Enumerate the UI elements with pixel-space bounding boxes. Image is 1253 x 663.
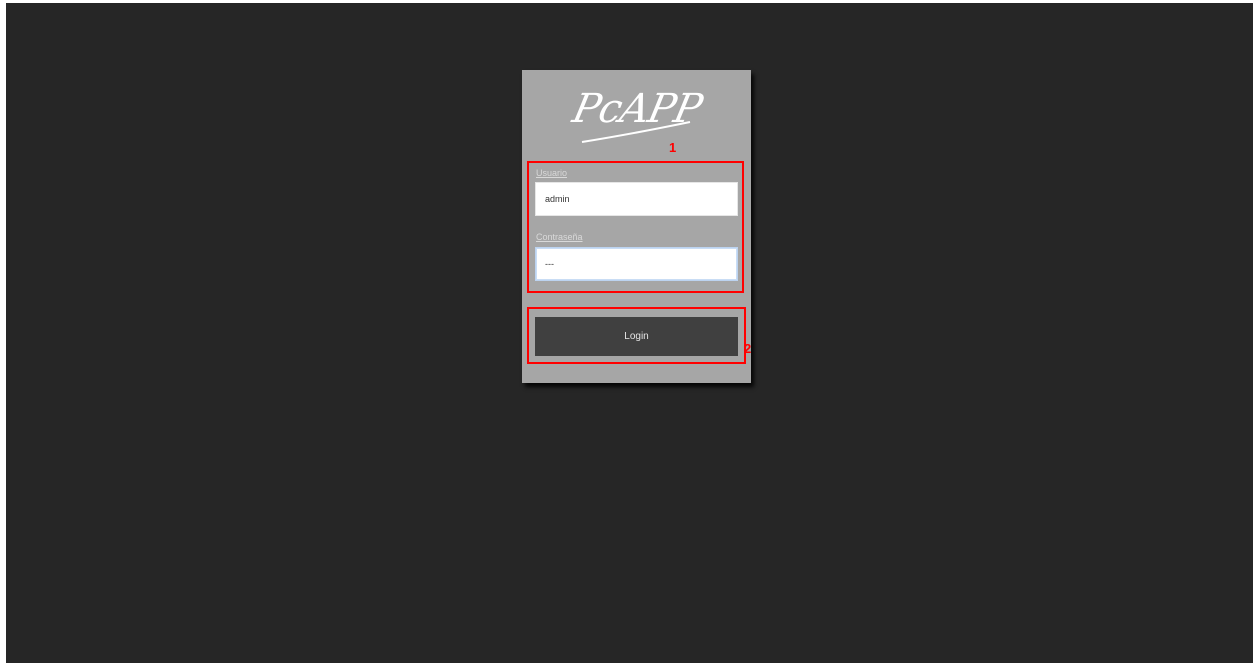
- login-card: PcAPP 1 Usuario Contraseña 2 Login: [522, 70, 751, 383]
- username-input[interactable]: [535, 182, 738, 216]
- annotation-label-2: 2: [744, 341, 752, 356]
- password-input[interactable]: [535, 247, 738, 281]
- annotation-label-1: 1: [669, 140, 677, 155]
- password-label: Contraseña: [536, 232, 583, 242]
- username-label: Usuario: [536, 168, 568, 178]
- app-logo: PcAPP: [562, 86, 712, 148]
- login-button[interactable]: Login: [535, 317, 738, 356]
- logo-underline-swash: [581, 121, 691, 143]
- app-screen: PcAPP 1 Usuario Contraseña 2 Login: [6, 3, 1253, 663]
